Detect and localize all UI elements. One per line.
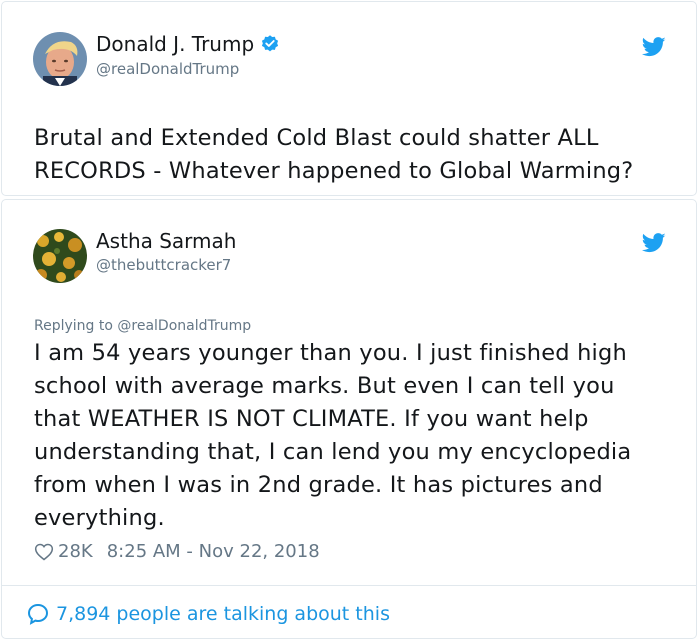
author-name[interactable]: Donald J. Trump: [96, 32, 280, 56]
conversation-count[interactable]: 7,894 people are talking about this: [56, 603, 390, 625]
avatar[interactable]: [33, 32, 87, 86]
tweet-meta: 28K 8:25 AM - Nov 22, 2018: [34, 541, 320, 562]
avatar[interactable]: [33, 229, 87, 283]
heart-icon[interactable]: [34, 542, 54, 562]
author-handle[interactable]: @realDonaldTrump: [96, 60, 239, 78]
conversation-link[interactable]: 7,894 people are talking about this: [26, 602, 390, 626]
speech-bubble-icon: [27, 603, 49, 625]
replying-to-link[interactable]: Replying to @realDonaldTrump: [34, 318, 251, 334]
author-handle[interactable]: @thebuttcracker7: [96, 256, 231, 274]
verified-badge-icon: [262, 35, 279, 52]
flowers-avatar-icon: [33, 229, 87, 283]
twitter-bird-icon[interactable]: [642, 37, 666, 57]
tweet-text: I am 54 years younger than you. I just f…: [34, 340, 632, 531]
author-name-text[interactable]: Astha Sarmah: [96, 229, 236, 253]
divider: [2, 585, 696, 586]
author-name[interactable]: Astha Sarmah: [96, 229, 236, 253]
tweet-card-trump[interactable]: Donald J. Trump @realDonaldTrump Brutal …: [1, 1, 697, 196]
twitter-bird-icon[interactable]: [642, 233, 666, 253]
tweet-text: Brutal and Extended Cold Blast could sha…: [34, 125, 634, 184]
portrait-avatar-icon: [33, 32, 87, 86]
author-name-text[interactable]: Donald J. Trump: [96, 32, 254, 56]
like-count[interactable]: 28K: [58, 541, 93, 562]
tweet-timestamp[interactable]: 8:25 AM - Nov 22, 2018: [107, 541, 320, 562]
tweet-card-reply[interactable]: Astha Sarmah @thebuttcracker7 Replying t…: [1, 199, 697, 639]
